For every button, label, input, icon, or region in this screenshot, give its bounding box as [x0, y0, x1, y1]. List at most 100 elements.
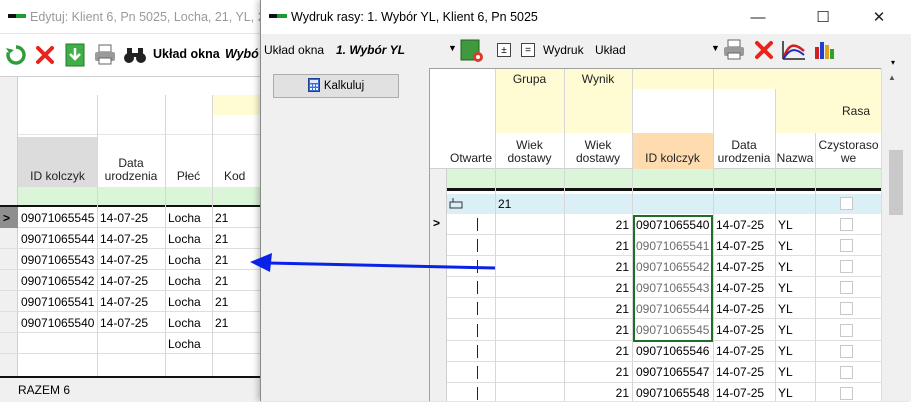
front-layout-select[interactable]: 1. Wybór YL [336, 43, 405, 57]
col-id-kolczyk[interactable]: ID kolczyk [632, 133, 713, 169]
back-table-cell: 09071065544 [21, 231, 95, 246]
front-left-panel: Kalkuluj [261, 68, 429, 401]
export-icon[interactable] [62, 42, 88, 68]
vertical-scrollbar[interactable]: ▲ [881, 68, 911, 401]
back-col-plec[interactable]: Płeć [165, 137, 212, 187]
front-cell-id: 09071065547 [636, 365, 710, 380]
back-table-cell: Locha [168, 252, 201, 267]
col-otwarte[interactable]: Otwarte [447, 133, 495, 169]
czystorasowe-checkbox[interactable] [840, 302, 853, 316]
back-layout-select[interactable]: Wybó [225, 47, 260, 61]
front-cell-data: 14-07-25 [716, 280, 765, 295]
front-title-bar: Wydruk rasy: 1. Wybór YL, Klient 6, Pn 5… [261, 0, 911, 34]
back-table-row[interactable]: Locha [0, 333, 262, 354]
back-col-data[interactable]: Data urodzenia [97, 137, 165, 187]
front-cell-id: 09071065546 [636, 344, 710, 359]
col-nazwa[interactable]: Nazwa [775, 133, 815, 169]
front-cell-data: 14-07-25 [716, 386, 765, 401]
scroll-up-icon[interactable]: ▲ [888, 73, 896, 82]
back-table-cell: 09071065542 [21, 273, 95, 288]
app-logo-icon [269, 14, 287, 24]
expand-all-button[interactable]: ± [497, 43, 511, 57]
back-table-cell: Locha [168, 210, 201, 225]
front-cell-data: 14-07-25 [716, 217, 765, 232]
layout-settings-icon[interactable] [460, 39, 484, 63]
collapse-all-button[interactable]: = [521, 43, 535, 57]
back-filter-row[interactable] [18, 187, 262, 205]
calculator-icon [307, 77, 320, 95]
back-col-kod[interactable]: Kod [212, 137, 262, 187]
czystorasowe-checkbox[interactable] [840, 323, 853, 337]
print-icon[interactable] [722, 39, 746, 64]
scrollbar-thumb[interactable] [889, 150, 903, 215]
front-cell-nazwa: YL [778, 365, 793, 380]
front-cell-nazwa: YL [778, 301, 793, 316]
back-table-cell: 21 [215, 315, 229, 330]
back-table-cell: Locha [168, 336, 201, 351]
maximize-button[interactable]: ☐ [801, 0, 845, 34]
czystorasowe-checkbox[interactable] [840, 281, 853, 295]
print-dropdown-icon[interactable]: ▼ [711, 43, 720, 53]
back-table-cell: 14-07-25 [100, 294, 149, 309]
back-table-cell: 21 [215, 294, 229, 309]
front-row-header-strip [430, 169, 447, 401]
id-selection-outline [633, 215, 713, 342]
tree-connector-line [477, 323, 478, 337]
czystorasowe-checkbox[interactable] [840, 365, 853, 379]
group-value: 21 [498, 197, 512, 211]
delete-icon[interactable] [753, 39, 775, 64]
bar-chart-icon[interactable] [813, 39, 835, 64]
back-footer-total: RAZEM 6 [0, 378, 262, 402]
print-icon[interactable] [92, 42, 118, 68]
back-table-row[interactable]: 09071065542 14-07-25 Locha 21 [0, 270, 262, 291]
back-table-cell: 14-07-25 [100, 252, 149, 267]
front-cell-id: 09071065548 [636, 386, 710, 401]
back-table-cell: 14-07-25 [100, 210, 149, 225]
back-table-row[interactable]: 09071065543 14-07-25 Locha 21 [0, 249, 262, 270]
back-table-cell: 14-07-25 [100, 315, 149, 330]
tree-connector-line [477, 365, 478, 379]
col-wiek-dostawy-2[interactable]: Wiek dostawy [564, 133, 632, 169]
curve-chart-icon[interactable] [781, 39, 807, 64]
group-checkbox[interactable] [840, 197, 853, 210]
front-cell-nazwa: YL [778, 344, 793, 359]
back-table-row[interactable]: 09071065541 14-07-25 Locha 21 [0, 291, 262, 312]
band-rasa: Rasa [841, 103, 870, 118]
czystorasowe-checkbox[interactable] [840, 239, 853, 253]
front-cell-wiek: 21 [615, 344, 629, 359]
calculate-button[interactable]: Kalkuluj [273, 74, 399, 98]
back-col-id[interactable]: ID kolczyk [18, 137, 97, 187]
back-rows: 09071065545 14-07-25 Locha 21 09071065544 14-… [0, 207, 262, 361]
back-table-row[interactable]: 09071065545 14-07-25 Locha 21 [0, 207, 262, 228]
back-table-cell: Locha [168, 315, 201, 330]
czystorasowe-checkbox[interactable] [840, 344, 853, 358]
tree-connector-line [477, 302, 478, 316]
layout-dropdown-icon[interactable]: ▼ [448, 43, 457, 53]
czystorasowe-checkbox[interactable] [840, 260, 853, 274]
czystorasowe-checkbox[interactable] [840, 386, 853, 400]
back-table-cell: 14-07-25 [100, 231, 149, 246]
front-cell-nazwa: YL [778, 217, 793, 232]
col-czystorasowe[interactable]: Czystorasowe [815, 133, 881, 169]
col-wiek-dostawy-1[interactable]: Wiek dostawy [495, 133, 564, 169]
toolbar-overflow-icon[interactable]: ▾ [891, 58, 895, 67]
front-cell-nazwa: YL [778, 259, 793, 274]
front-cell-data: 14-07-25 [716, 259, 765, 274]
close-button[interactable]: ✕ [857, 0, 901, 34]
delete-icon[interactable] [32, 42, 58, 68]
binoculars-icon[interactable] [122, 42, 148, 68]
back-table-cell [212, 333, 262, 354]
back-table-cell: 09071065540 [21, 315, 95, 330]
czystorasowe-checkbox[interactable] [840, 218, 853, 231]
back-toolbar [0, 34, 260, 76]
back-table-row[interactable]: 09071065544 14-07-25 Locha 21 [0, 228, 262, 249]
back-table-cell: 21 [215, 210, 229, 225]
refresh-icon[interactable] [3, 42, 29, 68]
group-collapse-icon[interactable] [449, 197, 463, 209]
minimize-button[interactable]: — [736, 0, 780, 34]
back-table-row[interactable]: 09071065540 14-07-25 Locha 21 [0, 312, 262, 333]
col-data-urodzenia[interactable]: Data urodzenia [713, 133, 775, 169]
print-layout-select[interactable]: Układ [595, 43, 626, 57]
back-table-cell: Locha [168, 273, 201, 288]
back-table-cell: Locha [168, 231, 201, 246]
